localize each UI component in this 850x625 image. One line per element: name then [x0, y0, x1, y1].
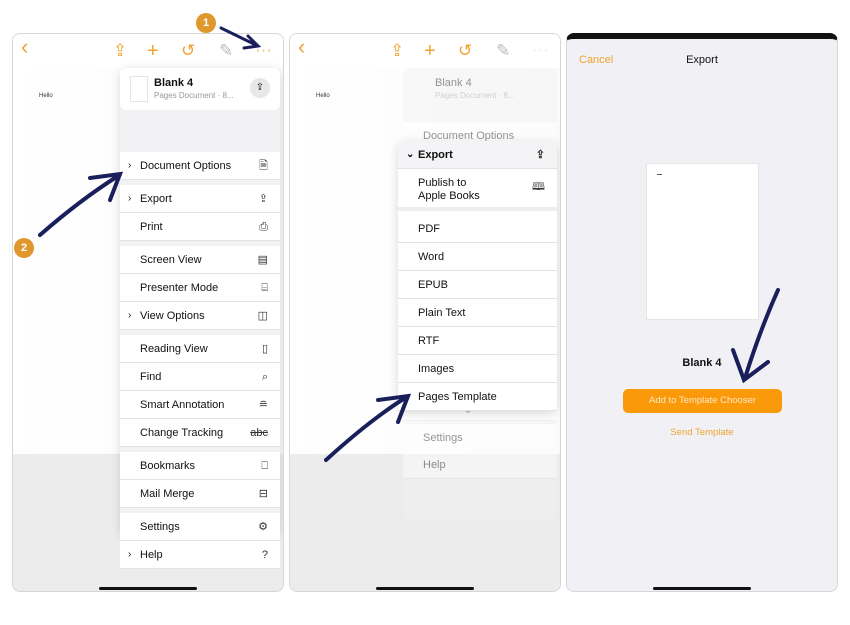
- arrow-2: [38, 171, 124, 237]
- arrow-3: [324, 393, 412, 462]
- arrow-1: [219, 26, 262, 50]
- annotation-arrows: [38, 26, 780, 462]
- step-1-badge: 1: [196, 13, 216, 33]
- step-2-badge: 2: [14, 238, 34, 258]
- arrow-4: [731, 288, 780, 384]
